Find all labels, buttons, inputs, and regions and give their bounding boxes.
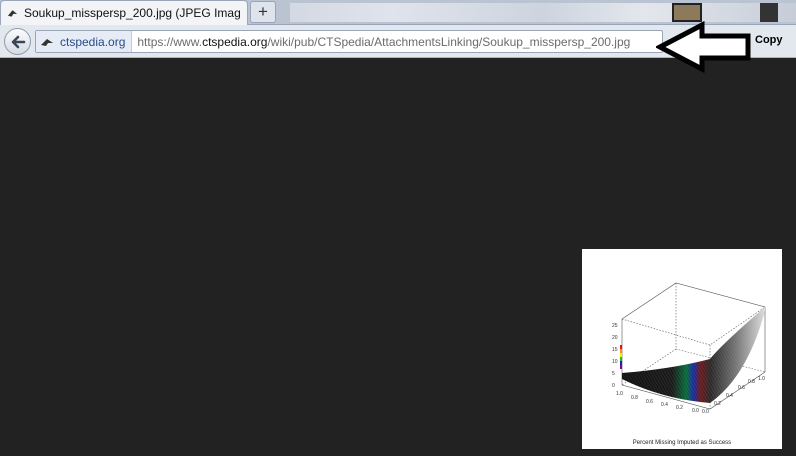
left-tick: 0.6 — [646, 399, 653, 405]
left-arrow-outline-icon — [656, 21, 751, 73]
z-tick: 0 — [612, 383, 615, 389]
url-path: /wiki/pub/CTSpedia/AttachmentsLinking/So… — [267, 34, 631, 49]
url-text[interactable]: https://www.ctspedia.org/wiki/pub/CTSped… — [132, 35, 630, 49]
z-tick: 25 — [612, 323, 618, 329]
z-tick: 15 — [612, 347, 618, 353]
url-prefix: https://www. — [137, 34, 203, 49]
left-tick: 0.4 — [661, 402, 668, 408]
tab-thumbnail — [672, 3, 702, 22]
left-tick: 0.2 — [676, 405, 683, 411]
tab-thumbnail — [760, 3, 778, 22]
back-arrow-icon — [11, 35, 25, 48]
image-thumbnail: 25 20 15 10 5 0 1.0 0.8 0.6 0.4 0.2 0.0 … — [582, 249, 782, 449]
left-tick: 0.8 — [631, 395, 638, 401]
surface-plot: 25 20 15 10 5 0 1.0 0.8 0.6 0.4 0.2 0.0 … — [612, 282, 766, 415]
left-tick: 0.0 — [692, 408, 699, 414]
right-tick: 1.0 — [758, 376, 765, 382]
back-button[interactable] — [4, 28, 31, 55]
z-tick: 10 — [612, 359, 618, 365]
site-identity-button[interactable]: ctspedia.org — [36, 31, 133, 52]
right-tick: 0.4 — [726, 393, 733, 399]
image-caption: Percent Missing Imputed as Success — [632, 440, 732, 446]
page-icon — [7, 10, 18, 17]
right-tick: 0.8 — [748, 379, 755, 385]
right-tick: 0.6 — [738, 385, 745, 391]
tab-title: Soukup_misspersp_200.jpg (JPEG Image,... — [24, 6, 241, 20]
right-tick: 0.0 — [702, 409, 709, 415]
color-scale — [620, 345, 622, 369]
z-tick: 20 — [612, 335, 618, 341]
copy-annotation-label: Copy — [755, 34, 783, 46]
z-tick: 5 — [612, 371, 615, 377]
new-tab-button[interactable]: + — [250, 1, 276, 23]
site-identity-label: ctspedia.org — [60, 34, 126, 49]
url-domain: ctspedia.org — [202, 34, 268, 49]
tab-active[interactable]: Soukup_misspersp_200.jpg (JPEG Image,... — [0, 0, 248, 25]
left-tick: 1.0 — [616, 391, 623, 397]
site-favicon-icon — [41, 38, 53, 46]
right-tick: 0.2 — [714, 401, 721, 407]
other-tabs — [290, 3, 796, 22]
address-bar[interactable]: ctspedia.org https://www.ctspedia.org/wi… — [35, 30, 663, 53]
